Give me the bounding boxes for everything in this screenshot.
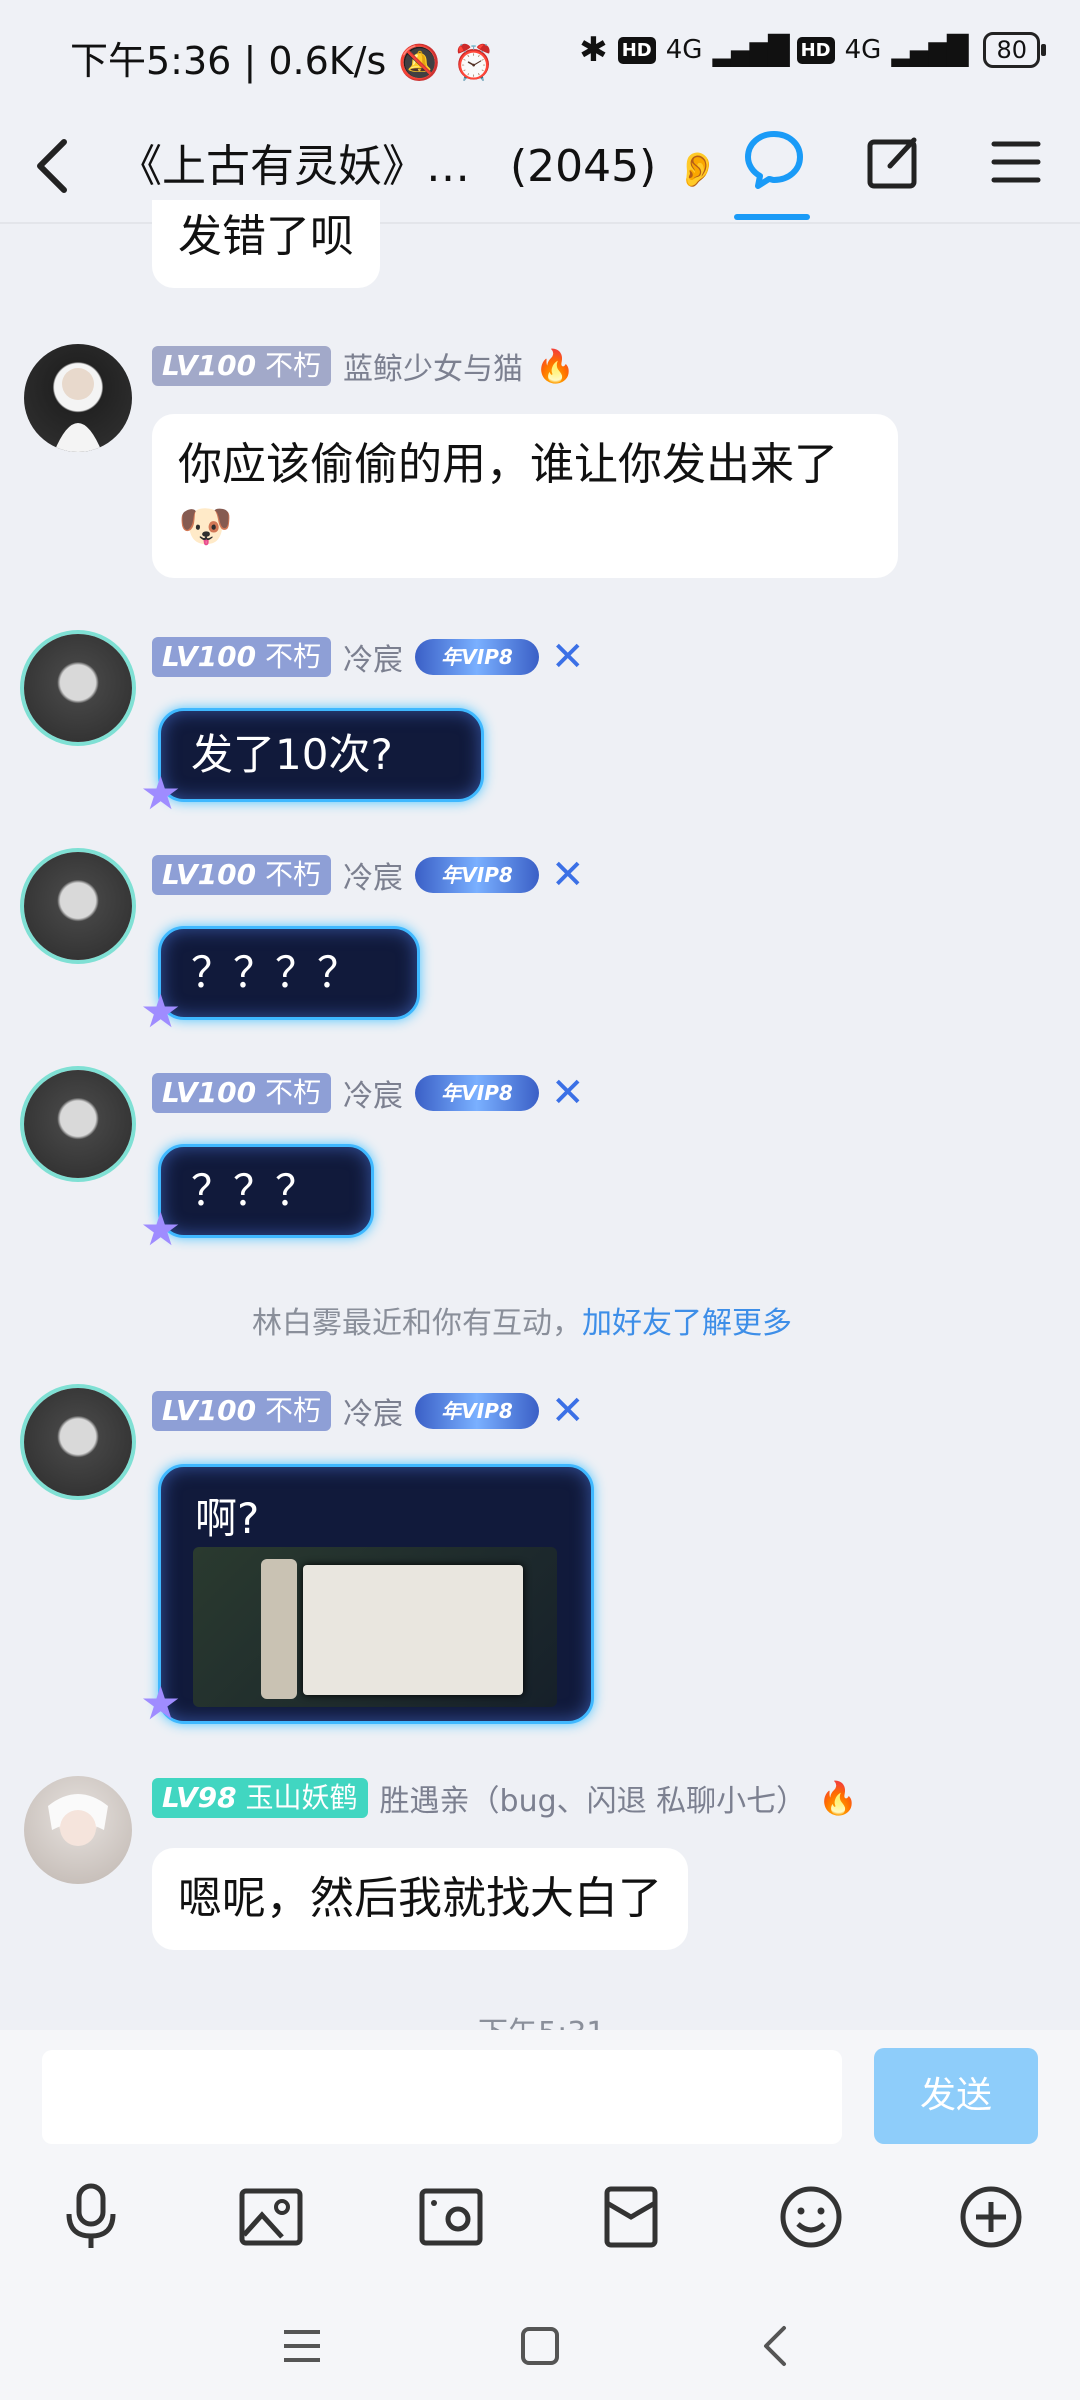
level-badge: LV100 不朽 — [152, 637, 332, 677]
camera-icon[interactable] — [414, 2180, 488, 2254]
sender-name[interactable]: 胜遇亲（bug、闪退 私聊小七） — [380, 1776, 807, 1820]
x-badge-icon: ✕ — [551, 852, 585, 898]
status-time: 下午5:36 — [70, 39, 232, 83]
recent-apps-icon[interactable] — [282, 2328, 322, 2368]
avatar[interactable] — [24, 1776, 132, 1884]
message-text: ？？？？ — [191, 948, 360, 997]
sender-name[interactable]: 冷宸 — [343, 635, 403, 679]
message-bubble[interactable]: 发错了呗 — [152, 200, 380, 288]
message-text: 啊? — [195, 1494, 260, 1543]
active-tab-indicator — [734, 214, 810, 220]
home-icon[interactable] — [520, 2326, 560, 2370]
avatar[interactable] — [24, 852, 132, 960]
alarm-icon: ⏰ — [452, 43, 496, 83]
sender-name[interactable]: 冷宸 — [343, 1071, 403, 1115]
status-left: 下午5:36 | 0.6K/s 🔕 ⏰ — [70, 30, 495, 85]
star-decoration-icon: ★ — [140, 1676, 182, 1730]
level-badge: LV100 不朽 — [152, 855, 332, 895]
message-text: 发错了呗 — [178, 211, 354, 262]
x-badge-icon: ✕ — [551, 1070, 585, 1116]
screenshot-scroll — [261, 1559, 297, 1699]
sender-row: LV100 不朽 冷宸 年VIP8 ✕ — [152, 1388, 585, 1434]
red-packet-icon[interactable] — [594, 2180, 668, 2254]
message-bubble[interactable]: 发了10次? — [158, 708, 484, 802]
message-input[interactable] — [42, 2050, 842, 2144]
level-badge: LV100 不朽 — [152, 346, 332, 386]
star-decoration-icon: ★ — [140, 1202, 182, 1256]
add-friend-link[interactable]: 加好友了解更多 — [582, 1306, 792, 1341]
vip-badge: 年VIP8 — [415, 1393, 540, 1429]
game-screenshot-image[interactable] — [193, 1547, 557, 1707]
image-icon[interactable] — [234, 2180, 308, 2254]
screenshot-panel — [303, 1565, 523, 1695]
avatar[interactable] — [24, 634, 132, 742]
avatar[interactable] — [24, 1388, 132, 1496]
message-text: 嗯呢，然后我就找大白了 — [178, 1873, 662, 1924]
message-text: ？？？ — [191, 1166, 318, 1215]
sender-row: LV100 不朽 冷宸 年VIP8 ✕ — [152, 634, 585, 680]
network-type-2: 4G — [844, 35, 882, 65]
fire-icon: 🔥 — [818, 1779, 859, 1817]
x-badge-icon: ✕ — [551, 634, 585, 680]
microphone-icon[interactable] — [54, 2180, 128, 2254]
message-bubble[interactable]: 啊? — [158, 1464, 594, 1724]
sender-name[interactable]: 冷宸 — [343, 853, 403, 897]
group-title[interactable]: 《上古有灵妖》… (2045) 👂 — [118, 130, 719, 194]
chat-bubble-icon[interactable] — [742, 128, 806, 192]
star-decoration-icon: ★ — [140, 766, 182, 820]
network-speed: 0.6K/s — [268, 39, 387, 83]
level-badge: LV100 不朽 — [152, 1391, 332, 1431]
hd-badge-2: HD — [796, 36, 835, 64]
network-type-1: 4G — [665, 35, 703, 65]
x-badge-icon: ✕ — [551, 1388, 585, 1434]
fire-icon: 🔥 — [535, 347, 575, 385]
emoji-icon[interactable] — [774, 2180, 848, 2254]
message-bubble[interactable]: 你应该偷偷的用，谁让你发出来了 🐶 — [152, 414, 898, 578]
group-name: 《上古有灵妖》… — [118, 141, 470, 192]
status-right: ✱ HD 4G ▂▄▆█ HD 4G ▂▄▆█ 80 — [579, 30, 1046, 70]
signal-icon-2: ▂▄▆█ — [891, 33, 968, 67]
plus-icon[interactable] — [954, 2180, 1028, 2254]
back-icon[interactable] — [28, 138, 78, 194]
sender-row: LV100 不朽 蓝鲸少女与猫 🔥 — [152, 344, 575, 388]
status-bar: 下午5:36 | 0.6K/s 🔕 ⏰ ✱ HD 4G ▂▄▆█ HD 4G ▂… — [0, 0, 1080, 110]
message-bubble[interactable]: ？？？ — [158, 1144, 374, 1238]
sender-name[interactable]: 蓝鲸少女与猫 — [343, 344, 523, 388]
mute-bell-icon: 🔕 — [398, 43, 441, 83]
message-bubble[interactable]: 嗯呢，然后我就找大白了 — [152, 1848, 688, 1950]
system-tip: 林白雾最近和你有互动，加好友了解更多 — [252, 1298, 792, 1342]
hd-badge: HD — [617, 36, 656, 64]
message-bubble[interactable]: ？？？？ — [158, 926, 420, 1020]
status-separator: | — [243, 39, 269, 83]
vip-badge: 年VIP8 — [415, 639, 540, 675]
level-badge: LV100 不朽 — [152, 1073, 332, 1113]
send-button[interactable]: 发送 — [874, 2048, 1038, 2144]
avatar[interactable] — [24, 1070, 132, 1178]
sender-row: LV98 玉山妖鹤 胜遇亲（bug、闪退 私聊小七） 🔥 — [152, 1776, 858, 1820]
bluetooth-icon: ✱ — [579, 30, 608, 70]
message-text: 你应该偷偷的用，谁让你发出来了 — [178, 439, 838, 490]
dog-emoji-icon: 🐶 — [178, 501, 233, 552]
back-nav-icon[interactable] — [760, 2324, 790, 2372]
vip-badge: 年VIP8 — [415, 1075, 540, 1111]
battery-icon: 80 — [983, 32, 1046, 68]
level-badge: LV98 玉山妖鹤 — [152, 1778, 368, 1818]
edit-icon[interactable] — [864, 132, 924, 192]
sender-row: LV100 不朽 冷宸 年VIP8 ✕ — [152, 852, 585, 898]
star-decoration-icon: ★ — [140, 984, 182, 1038]
signal-icon: ▂▄▆█ — [712, 33, 789, 67]
ear-icon: 👂 — [676, 150, 719, 190]
avatar[interactable] — [24, 344, 132, 452]
menu-icon[interactable] — [990, 136, 1042, 188]
message-text: 发了10次? — [191, 730, 393, 779]
vip-badge: 年VIP8 — [415, 857, 540, 893]
member-count: (2045) — [510, 141, 657, 192]
sender-row: LV100 不朽 冷宸 年VIP8 ✕ — [152, 1070, 585, 1116]
system-nav-bar — [0, 2280, 1080, 2400]
sender-name[interactable]: 冷宸 — [343, 1389, 403, 1433]
tip-text: 林白雾最近和你有互动， — [252, 1306, 582, 1341]
